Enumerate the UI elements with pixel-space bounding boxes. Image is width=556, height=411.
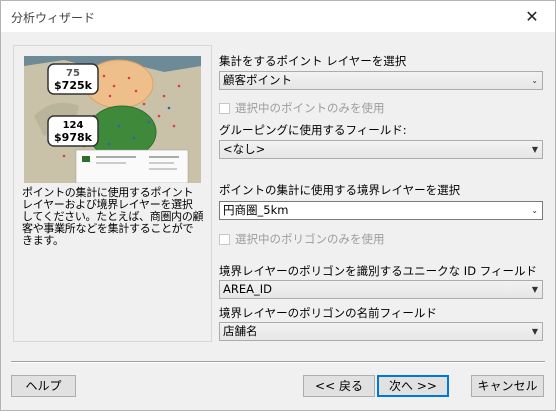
name-field-select[interactable]: 店舗名 ▼ xyxy=(219,322,543,341)
back-button[interactable]: << 戻る xyxy=(303,375,375,397)
point-layer-value: 顧客ポイント xyxy=(223,73,292,87)
selected-points-only-checkbox[interactable]: 選択中のポイントのみを使用 xyxy=(219,100,385,116)
id-field-select[interactable]: AREA_ID ▼ xyxy=(219,280,543,299)
callout-75-amount: $725k xyxy=(54,79,93,92)
name-field-label: 境界レイヤーのポリゴンの名前フィールド xyxy=(219,306,437,320)
callout-75: 75 $725k xyxy=(47,63,99,95)
point-layer-label: 集計をするポイント レイヤーを選択 xyxy=(219,54,407,68)
dropdown-arrow-icon: ▼ xyxy=(531,327,538,336)
checkbox-box xyxy=(219,102,230,114)
map-illustration: 75 $725k 124 $978k xyxy=(24,56,201,183)
point-layer-select[interactable]: 顧客ポイント ⌄ xyxy=(219,71,543,90)
analysis-wizard-window: 分析ウィザード ✕ 75 $725k 124 $978k ポイントの集計に使用す… xyxy=(0,0,556,411)
selected-points-only-label: 選択中のポイントのみを使用 xyxy=(235,101,385,115)
callout-124-amount: $978k xyxy=(54,131,93,144)
footer-separator xyxy=(11,361,545,363)
boundary-layer-label: ポイントの集計に使用する境界レイヤーを選択 xyxy=(219,183,461,197)
checkbox-box xyxy=(219,233,230,245)
chevron-down-icon: ⌄ xyxy=(531,206,538,215)
callout-75-count: 75 xyxy=(66,68,80,79)
cancel-button[interactable]: キャンセル xyxy=(471,375,544,397)
callout-124-count: 124 xyxy=(63,120,84,131)
dropdown-arrow-icon: ▼ xyxy=(531,285,538,294)
illustration-panel: 75 $725k 124 $978k ポイントの集計に使用するポイント レイヤー… xyxy=(13,45,212,342)
title-bar: 分析ウィザード ✕ xyxy=(1,1,555,32)
close-button[interactable]: ✕ xyxy=(509,1,555,32)
callout-124: 124 $978k xyxy=(47,115,99,147)
boundary-layer-value: 円商圏_5km xyxy=(223,203,289,217)
report-card xyxy=(75,149,189,183)
dropdown-arrow-icon: ▼ xyxy=(531,145,538,154)
close-icon: ✕ xyxy=(525,7,539,26)
grouping-field-label: グルーピングに使用するフィールド: xyxy=(219,123,407,137)
id-field-value: AREA_ID xyxy=(223,282,272,296)
grouping-field-value: <なし> xyxy=(223,142,266,156)
selected-polygons-only-checkbox[interactable]: 選択中のポリゴンのみを使用 xyxy=(219,231,385,247)
id-field-label: 境界レイヤーのポリゴンを識別するユニークな ID フィールド xyxy=(219,264,537,278)
description-text: ポイントの集計に使用するポイント レイヤーおよび境界レイヤーを選択 してください… xyxy=(22,186,204,247)
boundary-layer-select[interactable]: 円商圏_5km ⌄ xyxy=(219,201,543,220)
selected-polygons-only-label: 選択中のポリゴンのみを使用 xyxy=(235,232,385,246)
name-field-value: 店舗名 xyxy=(223,324,258,338)
grouping-field-select[interactable]: <なし> ▼ xyxy=(219,140,543,159)
window-title: 分析ウィザード xyxy=(11,11,96,25)
chevron-down-icon: ⌄ xyxy=(531,76,538,85)
next-button[interactable]: 次へ >> xyxy=(377,375,449,397)
help-button[interactable]: ヘルプ xyxy=(11,375,76,397)
